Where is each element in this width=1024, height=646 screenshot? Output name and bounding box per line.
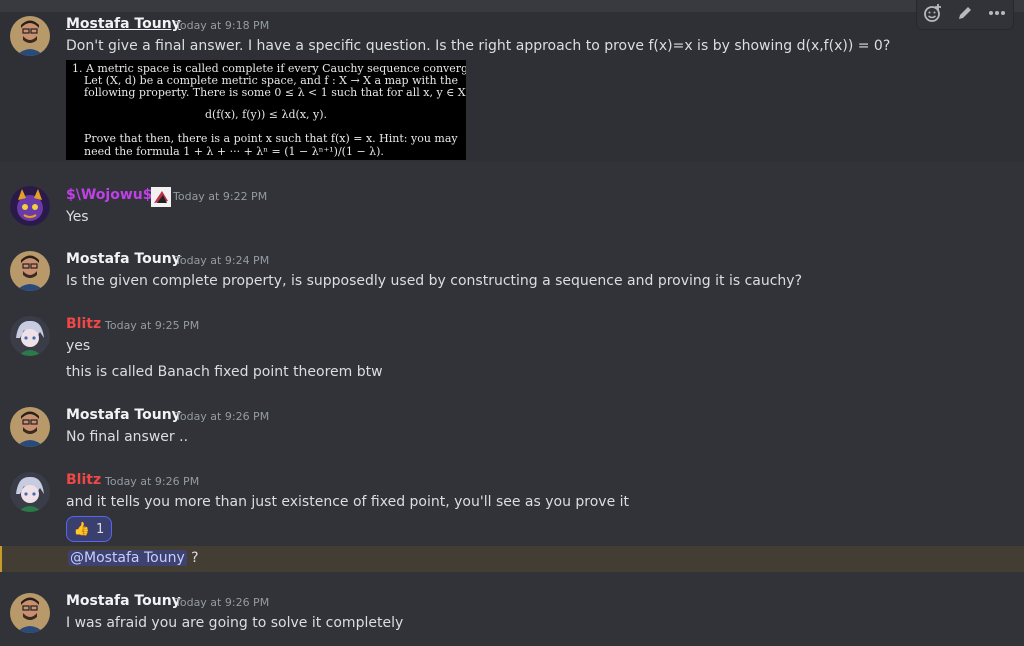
author-name[interactable]: Blitz [66, 316, 101, 332]
message-text: yes [66, 338, 91, 354]
pencil-icon[interactable] [953, 1, 977, 25]
author-name[interactable]: Mostafa Touny [66, 251, 181, 267]
message-text: No final answer .. [66, 429, 189, 445]
timestamp: Today at 9:26 PM [175, 410, 270, 423]
message-group: Mostafa Touny Today at 9:26 PM I was afr… [0, 589, 1024, 646]
avatar[interactable] [10, 16, 50, 56]
message-text: this is called Banach fixed point theore… [66, 364, 383, 380]
author-name[interactable]: Mostafa Touny [66, 16, 181, 32]
avatar[interactable] [10, 316, 50, 356]
avatar[interactable] [10, 186, 50, 226]
attachment-line: Prove that then, there is a point x such… [84, 132, 458, 145]
message-text: Is the given complete property, is suppo… [66, 273, 803, 289]
more-icon[interactable] [985, 1, 1009, 25]
avatar[interactable] [10, 472, 50, 512]
top-divider [0, 0, 1024, 12]
image-attachment[interactable]: 1. A metric space is called complete if … [66, 60, 466, 160]
avatar[interactable] [10, 593, 50, 633]
timestamp: Today at 9:18 PM [175, 19, 270, 32]
author-name[interactable]: Blitz [66, 472, 101, 488]
message-text: @Mostafa Touny ? [68, 550, 199, 566]
timestamp: Today at 9:22 PM [173, 190, 268, 203]
message-group: Blitz Today at 9:25 PM yes this is calle… [0, 312, 1024, 387]
message-group: Mostafa Touny Today at 9:18 PM Don't giv… [0, 12, 1024, 162]
author-name[interactable]: Mostafa Touny [66, 593, 181, 609]
timestamp: Today at 9:26 PM [105, 475, 200, 488]
message-text: Yes [66, 209, 89, 225]
message-group: Blitz Today at 9:26 PM and it tells you … [0, 468, 1024, 546]
message-group: Mostafa Touny Today at 9:26 PM No final … [0, 403, 1024, 453]
message-text: Don't give a final answer. I have a spec… [66, 38, 891, 54]
mention-suffix: ? [186, 550, 199, 566]
message-toolbar [916, 0, 1014, 30]
role-icon [151, 187, 171, 207]
author-name[interactable]: Mostafa Touny [66, 407, 181, 423]
timestamp: Today at 9:24 PM [175, 254, 270, 267]
message-group: Mostafa Touny Today at 9:24 PM Is the gi… [0, 247, 1024, 297]
avatar[interactable] [10, 251, 50, 291]
thumbs-up-icon: 👍 [73, 521, 90, 537]
attachment-formula: d(f(x), f(y)) ≤ λd(x, y). [204, 108, 328, 121]
mention-highlight: @Mostafa Touny ? [0, 546, 1024, 572]
attachment-line: following property. There is some 0 ≤ λ … [84, 86, 466, 99]
reaction-thumbs-up[interactable]: 👍 1 [66, 516, 112, 542]
avatar[interactable] [10, 407, 50, 447]
user-mention[interactable]: @Mostafa Touny [68, 550, 187, 566]
timestamp: Today at 9:25 PM [105, 319, 200, 332]
reaction-count: 1 [95, 521, 105, 537]
message-text: and it tells you more than just existenc… [66, 494, 630, 510]
message-group: $\Wojowu$ Today at 9:22 PM Yes [0, 182, 1024, 232]
attachment-line: need the formula 1 + λ + ··· + λⁿ = (1 −… [84, 145, 384, 158]
add-reaction-icon[interactable] [921, 1, 945, 25]
timestamp: Today at 9:26 PM [175, 596, 270, 609]
author-name[interactable]: $\Wojowu$ [66, 187, 152, 203]
message-text: I was afraid you are going to solve it c… [66, 615, 404, 631]
